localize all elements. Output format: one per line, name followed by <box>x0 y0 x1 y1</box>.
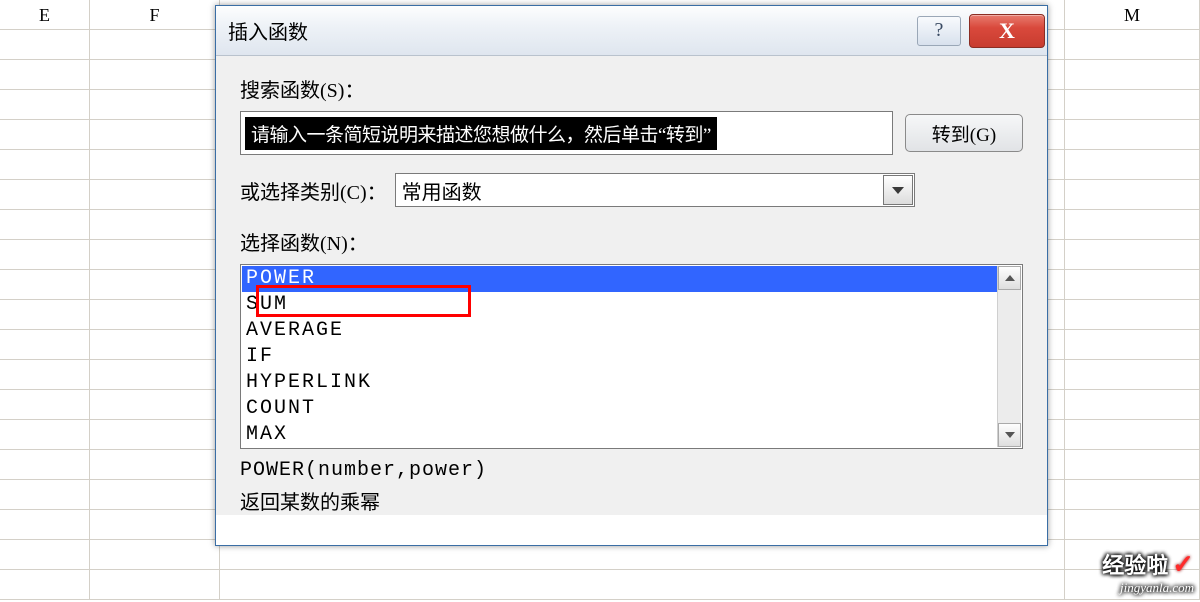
search-label: 搜索函数(S)： <box>240 74 1023 103</box>
function-listbox[interactable]: POWER SUM AVERAGE IF HYPERLINK COUNT MAX <box>240 264 1023 449</box>
go-button[interactable]: 转到(G) <box>905 114 1023 152</box>
search-input-text: 请输入一条简短说明来描述您想做什么，然后单击“转到” <box>245 117 717 150</box>
list-item[interactable]: COUNT <box>242 396 1021 422</box>
function-signature: POWER(number,power) <box>240 459 1023 482</box>
go-button-label: 转到(G) <box>932 120 996 147</box>
insert-function-dialog: 插入函数 ? X 搜索函数(S)： 请输入一条简短说明来描述您想做什么，然后单击… <box>215 5 1048 546</box>
watermark: 经验啦 ✓ jingyanla.com <box>1102 548 1194 596</box>
scroll-down-button[interactable] <box>998 423 1021 447</box>
close-button[interactable]: X <box>969 14 1045 48</box>
category-row: 或选择类别(C)： 常用函数 <box>240 173 1023 207</box>
check-icon: ✓ <box>1172 549 1194 580</box>
col-header-E[interactable]: E <box>0 0 90 29</box>
chevron-down-icon <box>1005 432 1015 438</box>
scrollbar[interactable] <box>997 266 1021 447</box>
list-item[interactable]: POWER <box>242 266 1021 292</box>
list-item[interactable]: SUM <box>242 292 1021 318</box>
close-icon: X <box>999 18 1015 44</box>
chevron-down-icon <box>892 187 904 194</box>
select-function-label: 选择函数(N)： <box>240 227 1023 256</box>
list-item[interactable]: MAX <box>242 422 1021 448</box>
watermark-url: jingyanla.com <box>1102 580 1194 596</box>
search-input[interactable]: 请输入一条简短说明来描述您想做什么，然后单击“转到” <box>240 111 893 155</box>
help-button[interactable]: ? <box>917 16 961 46</box>
category-value: 常用函数 <box>402 176 482 205</box>
listbox-wrap: POWER SUM AVERAGE IF HYPERLINK COUNT MAX <box>240 264 1023 449</box>
dropdown-button[interactable] <box>883 175 913 205</box>
dialog-titlebar[interactable]: 插入函数 ? X <box>216 6 1047 56</box>
help-icon: ? <box>935 19 944 42</box>
chevron-up-icon <box>1005 275 1015 281</box>
dialog-body: 搜索函数(S)： 请输入一条简短说明来描述您想做什么，然后单击“转到” 转到(G… <box>216 56 1047 515</box>
titlebar-buttons: ? X <box>917 6 1045 55</box>
category-label: 或选择类别(C)： <box>240 176 387 205</box>
function-description: 返回某数的乘幂 <box>240 486 1023 515</box>
watermark-text: 经验啦 <box>1102 548 1168 580</box>
search-row: 请输入一条简短说明来描述您想做什么，然后单击“转到” 转到(G) <box>240 111 1023 155</box>
col-header-F[interactable]: F <box>90 0 220 29</box>
function-list: POWER SUM AVERAGE IF HYPERLINK COUNT MAX <box>241 265 1022 449</box>
col-header-M[interactable]: M <box>1065 0 1200 29</box>
category-select[interactable]: 常用函数 <box>395 173 915 207</box>
list-item[interactable]: AVERAGE <box>242 318 1021 344</box>
dialog-title: 插入函数 <box>228 16 917 45</box>
scroll-up-button[interactable] <box>998 266 1021 290</box>
list-item[interactable]: HYPERLINK <box>242 370 1021 396</box>
list-item[interactable]: IF <box>242 344 1021 370</box>
scroll-track[interactable] <box>998 290 1021 423</box>
